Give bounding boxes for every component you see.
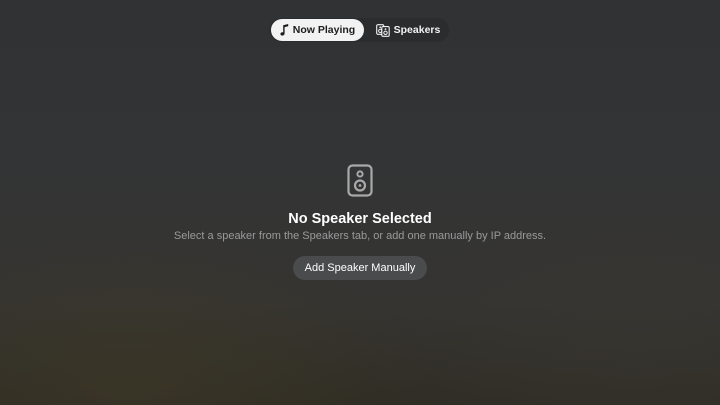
empty-state-title: No Speaker Selected [288,211,432,227]
speakers-icon [375,23,390,37]
tab-speakers-label: Speakers [393,24,441,36]
empty-state-subtitle: Select a speaker from the Speakers tab, … [173,230,547,242]
empty-state: No Speaker Selected Select a speaker fro… [0,164,720,280]
tab-now-playing-label: Now Playing [292,24,356,36]
tab-bar: Now Playing Speakers [268,17,450,43]
music-note-icon [280,24,289,36]
tab-speakers[interactable]: Speakers [368,19,448,41]
tab-now-playing[interactable]: Now Playing [271,19,364,41]
speaker-icon [347,164,373,197]
add-speaker-manually-button[interactable]: Add Speaker Manually [292,256,428,280]
